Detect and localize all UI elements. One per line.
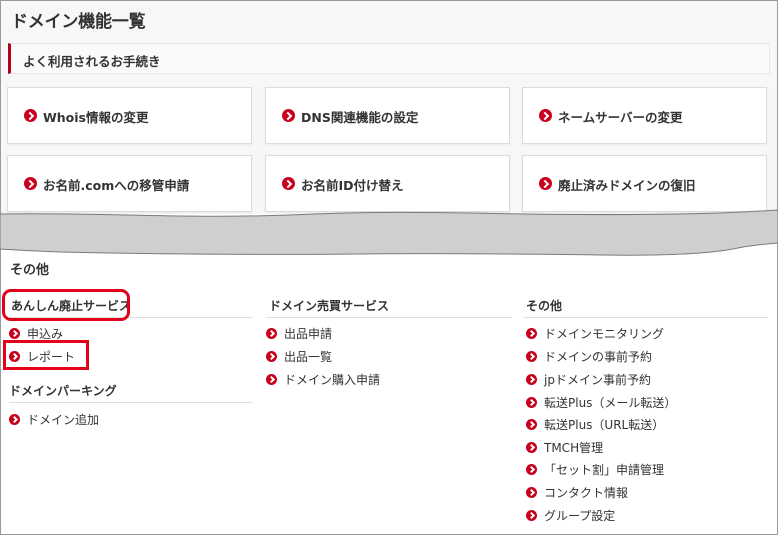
chevron-right-circle-icon xyxy=(24,109,37,122)
divider xyxy=(524,317,768,318)
chevron-right-circle-icon xyxy=(9,328,20,339)
chevron-right-circle-icon xyxy=(282,177,295,190)
highlight-anshin-heading xyxy=(2,289,130,321)
link-domain-monitoring[interactable]: ドメインモニタリング xyxy=(526,325,664,342)
card-transfer-request[interactable]: お名前.comへの移管申請 xyxy=(7,155,252,212)
link-label: ドメインモニタリング xyxy=(544,327,665,341)
link-forward-url[interactable]: 転送Plus（URL転送） xyxy=(526,416,664,433)
top-section: ドメイン機能一覧 よく利用されるお手続き Whois情報の変更 DNS関連機能の… xyxy=(1,1,777,214)
link-listing-list[interactable]: 出品一覧 xyxy=(266,348,332,365)
link-label: コンタクト情報 xyxy=(544,486,629,500)
card-whois-change[interactable]: Whois情報の変更 xyxy=(7,87,252,144)
chevron-right-circle-icon xyxy=(539,109,552,122)
card-label: DNS関連機能の設定 xyxy=(301,110,419,125)
torn-page-break xyxy=(0,209,778,256)
divider xyxy=(266,317,512,318)
chevron-right-circle-icon xyxy=(526,442,537,453)
card-label: Whois情報の変更 xyxy=(43,110,149,125)
link-label: jpドメイン事前予約 xyxy=(544,373,651,387)
card-label: お名前ID付け替え xyxy=(301,178,404,193)
link-set-discount[interactable]: 「セット割」申請管理 xyxy=(526,461,664,478)
card-nameserver-change[interactable]: ネームサーバーの変更 xyxy=(522,87,767,144)
divider xyxy=(9,402,252,403)
link-label: ドメイン追加 xyxy=(27,413,100,427)
chevron-right-circle-icon xyxy=(526,328,537,339)
card-dns-settings[interactable]: DNS関連機能の設定 xyxy=(265,87,510,144)
link-label: ドメインの事前予約 xyxy=(544,350,653,364)
chevron-right-circle-icon xyxy=(266,351,277,362)
link-tmch[interactable]: TMCH管理 xyxy=(526,439,603,456)
link-parking-add[interactable]: ドメイン追加 xyxy=(9,411,99,428)
column-heading-trading: ドメイン売買サービス xyxy=(269,299,390,313)
card-restore-domain[interactable]: 廃止済みドメインの復旧 xyxy=(522,155,767,212)
link-label: 「セット割」申請管理 xyxy=(544,463,665,477)
chevron-right-circle-icon xyxy=(526,464,537,475)
card-id-reassign[interactable]: お名前ID付け替え xyxy=(265,155,510,212)
link-contact-info[interactable]: コンタクト情報 xyxy=(526,484,628,501)
chevron-right-circle-icon xyxy=(266,374,277,385)
link-domain-preorder[interactable]: ドメインの事前予約 xyxy=(526,348,652,365)
link-label: 転送Plus（URL転送） xyxy=(544,418,665,432)
link-label: TMCH管理 xyxy=(544,441,604,455)
chevron-right-circle-icon xyxy=(9,414,20,425)
other-section-title: その他 xyxy=(10,263,50,278)
column-heading-parking: ドメインパーキング xyxy=(9,384,117,398)
chevron-right-circle-icon xyxy=(526,351,537,362)
chevron-right-circle-icon xyxy=(266,328,277,339)
card-label: 廃止済みドメインの復旧 xyxy=(558,178,696,193)
chevron-right-circle-icon xyxy=(539,177,552,190)
link-label: 出品申請 xyxy=(284,327,333,341)
chevron-right-circle-icon xyxy=(24,177,37,190)
highlight-report-link xyxy=(3,340,89,370)
chevron-right-circle-icon xyxy=(526,510,537,521)
chevron-right-circle-icon xyxy=(526,487,537,498)
chevron-right-circle-icon xyxy=(282,109,295,122)
chevron-right-circle-icon xyxy=(526,397,537,408)
link-forward-mail[interactable]: 転送Plus（メール転送） xyxy=(526,394,676,411)
link-label: ドメイン購入申請 xyxy=(284,373,381,387)
card-label: ネームサーバーの変更 xyxy=(558,110,683,125)
link-jp-preorder[interactable]: jpドメイン事前予約 xyxy=(526,371,651,388)
chevron-right-circle-icon xyxy=(526,374,537,385)
link-purchase-request[interactable]: ドメイン購入申請 xyxy=(266,371,380,388)
frequent-procedures-header: よく利用されるお手続き xyxy=(8,43,770,74)
link-label: 出品一覧 xyxy=(284,350,333,364)
link-listing-request[interactable]: 出品申請 xyxy=(266,325,332,342)
chevron-right-circle-icon xyxy=(526,419,537,430)
frequent-procedures-heading: よく利用されるお手続き xyxy=(23,54,161,69)
link-group-settings[interactable]: グループ設定 xyxy=(526,507,615,524)
card-label: お名前.comへの移管申請 xyxy=(43,178,190,193)
link-label: グループ設定 xyxy=(544,509,616,523)
link-label: 転送Plus（メール転送） xyxy=(544,396,677,410)
link-label: 申込み xyxy=(27,327,64,341)
column-heading-other: その他 xyxy=(526,299,563,313)
page-title: ドメイン機能一覧 xyxy=(11,12,146,32)
